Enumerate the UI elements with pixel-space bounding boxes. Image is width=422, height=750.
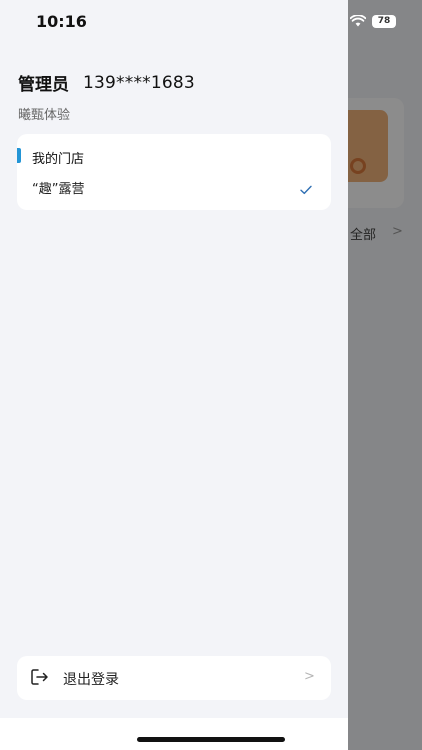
drawer-bottom-area bbox=[0, 718, 348, 750]
user-phone: 139****1683 bbox=[83, 72, 195, 93]
store-name: “趣”露营 bbox=[32, 182, 85, 197]
check-icon bbox=[300, 180, 312, 199]
my-stores-title: 我的门店 bbox=[32, 152, 85, 167]
organization-name: 曦甄体验 bbox=[18, 108, 71, 123]
logout-button[interactable]: 退出登录 > bbox=[17, 656, 331, 700]
home-indicator[interactable] bbox=[137, 737, 285, 742]
logout-label: 退出登录 bbox=[63, 672, 119, 688]
chevron-right-icon: > bbox=[304, 669, 315, 684]
user-info: 管理员 139****1683 bbox=[18, 70, 195, 96]
store-item[interactable]: “趣”露营 bbox=[17, 174, 331, 204]
battery-icon: 78 bbox=[372, 14, 396, 28]
my-stores-card: 我的门店 “趣”露营 bbox=[17, 134, 331, 210]
section-accent-bar bbox=[17, 148, 21, 163]
status-time: 10:16 bbox=[36, 12, 87, 31]
logout-icon bbox=[31, 669, 49, 689]
side-drawer: 10:16 管理员 139****1683 曦甄体验 我的门店 “趣”露营 退出… bbox=[0, 0, 348, 750]
user-role: 管理员 bbox=[18, 75, 69, 95]
wifi-icon bbox=[350, 15, 366, 27]
